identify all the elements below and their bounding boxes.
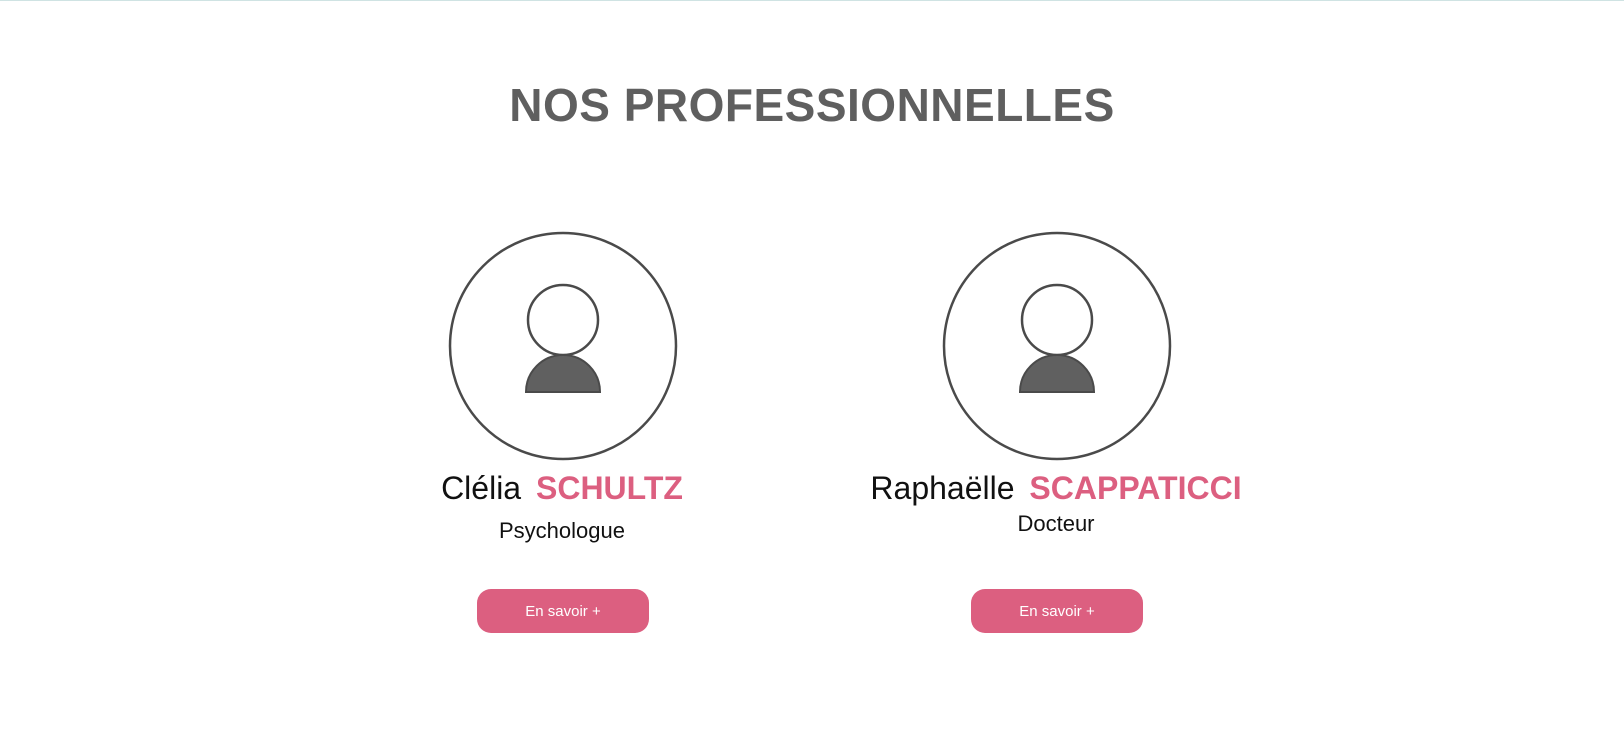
- professional-role: Docteur: [1017, 511, 1095, 536]
- professional-role: Psychologue: [499, 518, 625, 543]
- professional-name: Clélia SCHULTZ: [352, 470, 772, 507]
- professional-card: Raphaëlle SCAPPATICCI Docteur En savoir …: [846, 230, 1266, 633]
- last-name: SCAPPATICCI: [1029, 470, 1242, 506]
- professional-card: Clélia SCHULTZ Psychologue En savoir +: [352, 230, 772, 633]
- top-divider: [0, 0, 1624, 1]
- first-name: Raphaëlle: [870, 470, 1015, 506]
- user-placeholder-icon: [448, 231, 678, 461]
- professional-name: Raphaëlle SCAPPATICCI: [846, 470, 1266, 507]
- learn-more-button[interactable]: En savoir +: [477, 589, 649, 633]
- last-name: SCHULTZ: [535, 470, 683, 506]
- section-title: NOS PROFESSIONNELLES: [509, 79, 1115, 131]
- page: NOS PROFESSIONNELLES Clélia SCHULTZ Psyc…: [0, 0, 1624, 756]
- user-placeholder-icon: [942, 231, 1172, 461]
- learn-more-button[interactable]: En savoir +: [971, 589, 1143, 633]
- first-name: Clélia: [441, 470, 522, 506]
